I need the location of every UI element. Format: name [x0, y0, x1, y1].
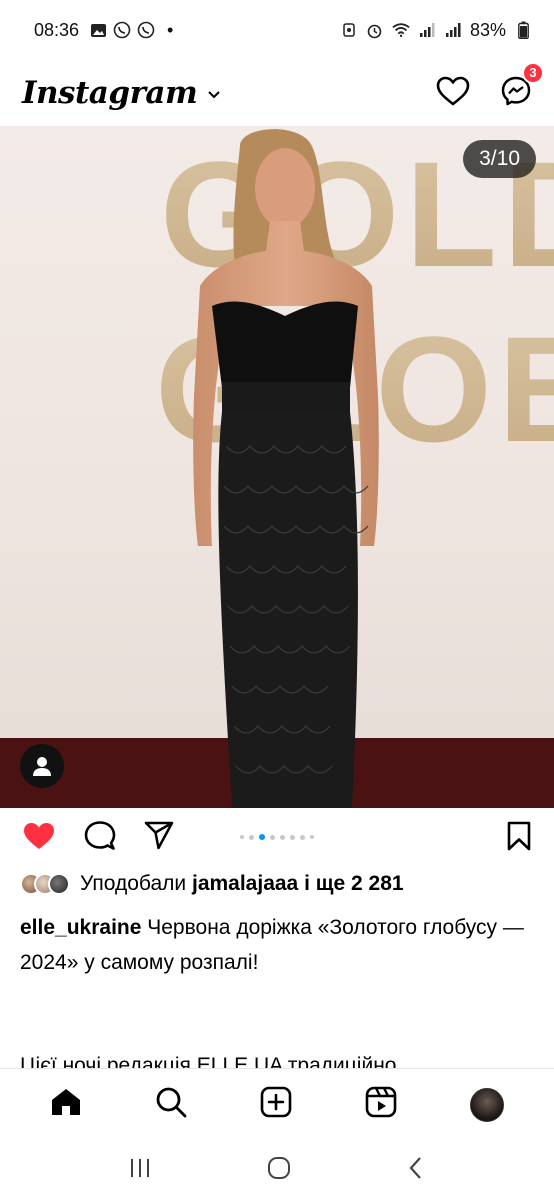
instagram-logo[interactable]: Instagram	[22, 75, 198, 111]
carousel-dot	[300, 834, 305, 840]
carousel-dot	[290, 834, 295, 840]
save-button[interactable]	[506, 821, 532, 856]
battery-icon	[514, 21, 532, 39]
system-navigation	[0, 1140, 554, 1200]
battery-percent: 83%	[469, 19, 506, 40]
heart-icon[interactable]	[436, 76, 470, 111]
messenger-button[interactable]: 3	[500, 61, 544, 112]
avatar	[48, 873, 70, 895]
viber-notification-icon-2	[137, 21, 155, 39]
likes-label: Уподобали	[80, 872, 187, 895]
caption-username[interactable]: elle_ukraine	[20, 916, 141, 939]
caption-continued: Цієї ночі редакція ELLE UA традиційно	[20, 1054, 397, 1070]
signal-icon	[418, 21, 436, 39]
likes-summary[interactable]: Уподобали jamalajaaa і ще 2 281	[20, 872, 404, 896]
nav-create[interactable]	[260, 1086, 292, 1123]
back-button[interactable]	[406, 1156, 426, 1185]
user-icon	[33, 757, 51, 776]
notification-dot: •	[167, 19, 174, 40]
likes-count[interactable]: і ще 2 281	[304, 872, 403, 896]
post-caption: elle_ukraine Червона доріжка «Золотого г…	[20, 910, 530, 980]
reels-icon	[365, 1086, 397, 1118]
back-icon	[409, 1156, 422, 1179]
tagged-users-button[interactable]	[20, 744, 64, 788]
carousel-dot	[240, 835, 244, 839]
likes-user[interactable]: jamalajaaa	[192, 872, 298, 896]
alarm-icon	[366, 21, 384, 39]
like-button[interactable]	[22, 821, 56, 856]
bottom-navigation	[0, 1068, 554, 1140]
profile-avatar[interactable]	[469, 1087, 504, 1122]
comment-button[interactable]	[84, 820, 116, 857]
search-icon	[156, 1087, 187, 1118]
bookmark-icon	[507, 821, 531, 850]
home-system-button[interactable]	[267, 1156, 291, 1185]
home-circle-icon	[267, 1156, 290, 1179]
red-carpet-photo: GOLDE GLOBE	[0, 129, 554, 808]
carousel-indicator	[240, 834, 314, 840]
create-icon	[260, 1086, 292, 1118]
carousel-dot	[280, 834, 285, 840]
status-time: 08:36	[34, 19, 80, 40]
carousel-dot	[270, 834, 275, 840]
wifi-icon	[392, 21, 410, 39]
recent-apps-icon	[130, 1158, 149, 1177]
nav-search[interactable]	[155, 1086, 187, 1123]
home-icon	[52, 1089, 81, 1115]
carousel-dot	[249, 834, 254, 840]
recent-apps-button[interactable]	[128, 1157, 152, 1184]
gallery-notification-icon	[89, 21, 107, 39]
nav-home[interactable]	[50, 1087, 82, 1122]
liker-avatars	[20, 873, 70, 895]
message-badge: 3	[522, 61, 544, 84]
chevron-down-icon[interactable]	[207, 87, 221, 105]
share-button[interactable]	[144, 821, 174, 856]
comment-icon	[84, 820, 116, 850]
heart-filled-icon	[24, 822, 54, 849]
nav-reels[interactable]	[365, 1086, 397, 1123]
signal-icon-2	[444, 21, 462, 39]
recycle-icon	[340, 21, 358, 39]
share-icon	[144, 821, 174, 849]
app-header: Instagram 3	[0, 60, 554, 126]
post-actions	[0, 818, 554, 858]
carousel-dot-active	[259, 834, 265, 840]
post-image[interactable]: GOLDE GLOBE 3/10	[0, 126, 554, 808]
carousel-dot	[310, 835, 314, 839]
image-counter: 3/10	[463, 140, 536, 178]
viber-notification-icon	[113, 21, 131, 39]
status-bar: 08:36 • 83%	[0, 0, 554, 60]
